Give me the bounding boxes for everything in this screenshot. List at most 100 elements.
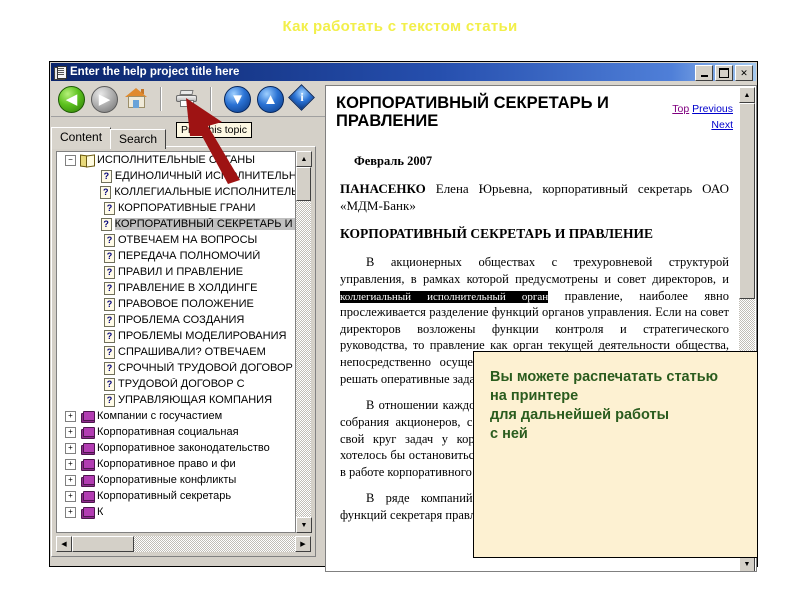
tree-hscroll-track[interactable] bbox=[72, 536, 295, 552]
window-controls: ✕ bbox=[695, 65, 753, 81]
open-book-icon bbox=[80, 154, 95, 168]
expand-icon[interactable]: + bbox=[65, 490, 76, 502]
question-page-icon: ? bbox=[100, 185, 112, 199]
tree-item[interactable]: ? СРОЧНЫЙ ТРУДОВОЙ ДОГОВОР bbox=[57, 360, 297, 376]
callout-line-2: на принтере bbox=[490, 388, 579, 405]
tree-item-label: ПРАВЛЕНИЕ В ХОЛДИНГЕ bbox=[118, 282, 258, 294]
tree-horizontal-scrollbar[interactable]: ◀ ▶ bbox=[56, 536, 311, 552]
tree-item[interactable]: + Корпоративные конфликты bbox=[57, 472, 297, 488]
article-date: Февраль 2007 bbox=[354, 154, 433, 168]
tree-vertical-scrollbar[interactable]: ▲ ▼ bbox=[295, 151, 312, 533]
question-page-icon: ? bbox=[104, 313, 115, 327]
tree-scroll-down-button[interactable]: ▼ bbox=[296, 517, 312, 533]
nav-top-link[interactable]: Top bbox=[672, 103, 689, 115]
tree-item[interactable]: ? СПРАШИВАЛИ? ОТВЕЧАЕМ bbox=[57, 344, 297, 360]
tree-item[interactable]: + Компании с госучастием bbox=[57, 408, 297, 424]
tree-scroll-left-button[interactable]: ◀ bbox=[56, 536, 72, 552]
tab-content[interactable]: Content bbox=[51, 127, 112, 149]
toolbar-separator-2 bbox=[210, 86, 211, 111]
tree-item[interactable]: + Корпоративное право и фи bbox=[57, 456, 297, 472]
tree-scroll-up-button[interactable]: ▲ bbox=[296, 151, 312, 167]
tree-item[interactable]: ? ТРУДОВОЙ ДОГОВОР С bbox=[57, 376, 297, 392]
tree-item-label: ИСПОЛНИТЕЛЬНЫЕ ОРГАНЫ bbox=[97, 154, 255, 166]
window-title: Enter the help project title here bbox=[70, 66, 240, 78]
question-page-icon: ? bbox=[100, 217, 112, 231]
tree-item-label: ПЕРЕДАЧА ПОЛНОМОЧИЙ bbox=[118, 250, 261, 262]
printer-icon bbox=[176, 89, 198, 108]
toolbar-separator bbox=[160, 86, 161, 111]
tree-item-label: К bbox=[97, 506, 104, 518]
window-title-bar[interactable]: Enter the help project title here ✕ bbox=[51, 63, 756, 81]
tree-item[interactable]: ?ЕДИНОЛИЧНЫЙ ИСПОЛНИТЕЛЬНЫЙ ОРГАН bbox=[57, 168, 297, 184]
close-button[interactable]: ✕ bbox=[735, 65, 753, 81]
question-page-icon: ? bbox=[104, 201, 115, 215]
expand-icon[interactable]: + bbox=[65, 410, 76, 422]
tree-item-label: ПРОБЛЕМА СОЗДАНИЯ bbox=[118, 314, 245, 326]
tree-item[interactable]: + Корпоративная социальная bbox=[57, 424, 297, 440]
tree-item[interactable]: + К bbox=[57, 504, 297, 520]
question-page-icon: ? bbox=[104, 281, 115, 295]
expand-icon[interactable]: + bbox=[65, 458, 76, 470]
tree-item[interactable]: ? ПРОБЛЕМЫ МОДЕЛИРОВАНИЯ bbox=[57, 328, 297, 344]
closed-book-icon bbox=[80, 506, 95, 519]
tree-item[interactable]: + Корпоративное законодательство bbox=[57, 440, 297, 456]
tree-item[interactable]: ? КОРПОРАТИВНЫЕ ГРАНИ bbox=[57, 200, 297, 216]
page-title: Как работать с текстом статьи bbox=[282, 18, 518, 35]
print-button[interactable] bbox=[174, 86, 200, 112]
tab-search[interactable]: Search bbox=[110, 129, 167, 149]
instruction-callout: Вы можете распечатать статью на принтере… bbox=[473, 351, 758, 558]
nav-previous-link[interactable]: Previous bbox=[692, 103, 733, 115]
expand-icon[interactable]: + bbox=[65, 442, 76, 454]
home-button[interactable] bbox=[124, 86, 150, 112]
callout-line-1: Вы можете распечатать статью bbox=[490, 369, 719, 385]
tree-item-label: Корпоративные конфликты bbox=[97, 474, 237, 486]
nav-next-link[interactable]: Next bbox=[711, 119, 733, 131]
tree-vscroll-track[interactable] bbox=[296, 167, 311, 517]
topic-heading: КОРПОРАТИВНЫЙ СЕКРЕТАРЬ И ПРАВЛЕНИЕ bbox=[336, 94, 609, 131]
back-button[interactable]: ◀ bbox=[58, 85, 85, 113]
tree-item[interactable]: ? ПЕРЕДАЧА ПОЛНОМОЧИЙ bbox=[57, 248, 297, 264]
expand-icon[interactable]: + bbox=[65, 474, 76, 486]
minimize-button[interactable] bbox=[695, 65, 713, 81]
tree-item[interactable]: ? УПРАВЛЯЮЩАЯ КОМПАНИЯ bbox=[57, 392, 297, 408]
contents-tree[interactable]: − ИСПОЛНИТЕЛЬНЫЕ ОРГАНЫ? ЕДИНОЛИЧНЫЙ ИСПОЛ… bbox=[56, 151, 311, 533]
tree-item-label: КОЛЛЕГИАЛЬНЫЕ ИСПОЛНИТЕЛЬНЫЕ ОРГАНЫ bbox=[114, 186, 297, 198]
about-button[interactable]: i bbox=[288, 83, 316, 112]
forward-button[interactable]: ▶ bbox=[91, 85, 118, 113]
tree-item-label: ПРАВОВОЕ ПОЛОЖЕНИЕ bbox=[118, 298, 254, 310]
tree-item[interactable]: ? ПРОБЛЕМА СОЗДАНИЯ bbox=[57, 312, 297, 328]
tree-scroll-right-button[interactable]: ▶ bbox=[295, 536, 311, 552]
para1-part-a: В акционерных обществах с трехуровневой … bbox=[340, 255, 729, 286]
tree-item[interactable]: ? ПРАВОВОЕ ПОЛОЖЕНИЕ bbox=[57, 296, 297, 312]
tree-hscroll-thumb[interactable] bbox=[72, 536, 134, 552]
topic-nav-links: Top Previous Next bbox=[623, 102, 733, 134]
sidebar-tabs: Content Search bbox=[51, 127, 167, 149]
tree-item[interactable]: ? ПРАВИЛ И ПРАВЛЕНИЕ bbox=[57, 264, 297, 280]
next-topic-button[interactable]: ▼ bbox=[224, 85, 251, 113]
expand-icon[interactable]: + bbox=[65, 426, 76, 438]
topic-header: КОРПОРАТИВНЫЙ СЕКРЕТАРЬ И ПРАВЛЕНИЕ Top … bbox=[326, 86, 741, 146]
tree-item-label: ПРОБЛЕМЫ МОДЕЛИРОВАНИЯ bbox=[118, 330, 287, 342]
question-page-icon: ? bbox=[100, 169, 112, 183]
collapse-icon[interactable]: − bbox=[65, 154, 76, 166]
closed-book-icon bbox=[80, 490, 95, 503]
tree-item[interactable]: ? ОТВЕЧАЕМ НА ВОПРОСЫ bbox=[57, 232, 297, 248]
content-scroll-down-button[interactable]: ▼ bbox=[739, 556, 755, 571]
tree-item[interactable]: − ИСПОЛНИТЕЛЬНЫЕ ОРГАНЫ bbox=[57, 152, 297, 168]
tree-item-label: ЕДИНОЛИЧНЫЙ ИСПОЛНИТЕЛЬНЫЙ ОРГАН bbox=[114, 170, 297, 182]
tree-vscroll-thumb[interactable] bbox=[296, 167, 311, 201]
contents-panel: − ИСПОЛНИТЕЛЬНЫЕ ОРГАНЫ? ЕДИНОЛИЧНЫЙ ИСПОЛ… bbox=[51, 146, 316, 557]
content-vscroll-thumb[interactable] bbox=[739, 103, 755, 299]
question-page-icon: ? bbox=[104, 329, 115, 343]
tree-item-label: ТРУДОВОЙ ДОГОВОР С bbox=[118, 378, 245, 390]
tree-item[interactable]: + Корпоративный секретарь bbox=[57, 488, 297, 504]
prev-topic-button[interactable]: ▲ bbox=[257, 85, 284, 113]
article-author: ПАНАСЕНКО Елена Юрьевна, корпоративный с… bbox=[340, 181, 729, 214]
expand-icon[interactable]: + bbox=[65, 506, 76, 518]
tree-item-label: ПРАВИЛ И ПРАВЛЕНИЕ bbox=[118, 266, 244, 278]
content-scroll-up-button[interactable]: ▲ bbox=[739, 87, 755, 103]
maximize-button[interactable] bbox=[715, 65, 733, 81]
tree-item[interactable]: ?КОЛЛЕГИАЛЬНЫЕ ИСПОЛНИТЕЛЬНЫЕ ОРГАНЫ bbox=[57, 184, 297, 200]
tree-item[interactable]: ? ПРАВЛЕНИЕ В ХОЛДИНГЕ bbox=[57, 280, 297, 296]
tree-item[interactable]: ?КОРПОРАТИВНЫЙ СЕКРЕТАРЬ И ПРАВЛЕНИЕ bbox=[57, 216, 297, 232]
